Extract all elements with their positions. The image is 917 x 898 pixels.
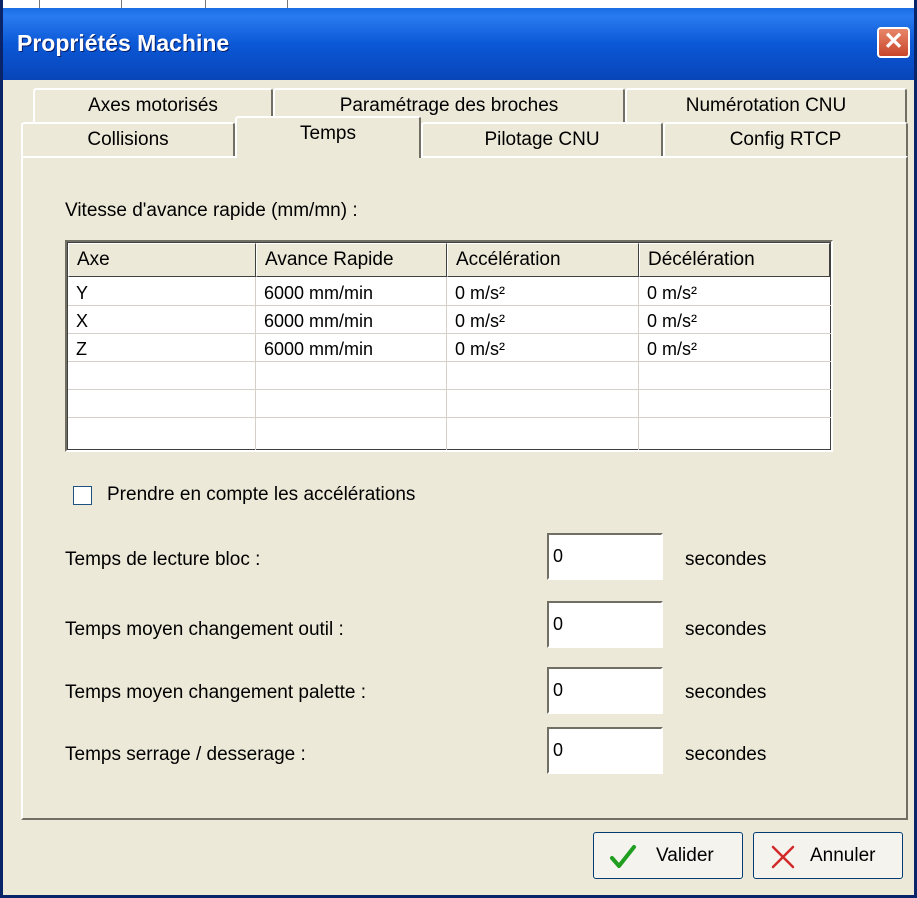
lecture-bloc-input[interactable] <box>547 533 663 580</box>
cell-avance-rapide: 6000 mm/min <box>264 339 374 359</box>
tab-config-rtcp[interactable]: Config RTCP <box>663 122 908 158</box>
rapid-feed-table[interactable]: Axe Avance Rapide Accélération Décélérat… <box>65 240 833 452</box>
x-icon <box>771 845 795 869</box>
field-unit: secondes <box>685 744 767 765</box>
title-bar[interactable]: Propriétés Machine ✕ <box>3 0 914 80</box>
field-unit: secondes <box>685 549 767 570</box>
field-label-lecture-bloc: Temps de lecture bloc : <box>65 549 261 570</box>
section-label: Vitesse d'avance rapide (mm/mn) : <box>65 200 358 221</box>
tab-label: Axes motorisés <box>88 95 218 116</box>
cell-deceleration: 0 m/s² <box>647 311 698 331</box>
field-label-serrage: Temps serrage / desserage : <box>65 744 306 765</box>
cell-deceleration: 0 m/s² <box>647 283 698 303</box>
tab-numerotation-cnu[interactable]: Numérotation CNU <box>625 88 907 124</box>
row-divider <box>68 389 831 390</box>
acceleration-checkbox[interactable] <box>73 486 92 505</box>
field-unit: secondes <box>685 619 767 640</box>
cell-axe: Z <box>76 339 87 359</box>
field-unit: secondes <box>685 682 767 703</box>
column-header-deceleration[interactable]: Décélération <box>639 243 830 277</box>
cell-avance-rapide: 6000 mm/min <box>264 283 374 303</box>
cancel-button-label: Annuler <box>810 845 876 866</box>
validate-button-label: Valider <box>656 845 714 866</box>
tab-label: Collisions <box>87 129 169 150</box>
tab-label: Temps <box>300 123 356 144</box>
cancel-button[interactable]: Annuler <box>753 832 903 879</box>
tab-label: Config RTCP <box>729 129 842 150</box>
column-header-avance-rapide[interactable]: Avance Rapide <box>256 243 447 277</box>
tab-collisions[interactable]: Collisions <box>21 122 235 158</box>
acceleration-checkbox-label[interactable]: Prendre en compte les accélérations <box>107 484 415 506</box>
tab-label: Numérotation CNU <box>685 95 847 116</box>
cell-axe: X <box>76 311 89 331</box>
background-strip <box>3 0 914 8</box>
tab-label: Paramétrage des broches <box>339 95 559 116</box>
cell-acceleration: 0 m/s² <box>455 339 506 359</box>
close-button[interactable]: ✕ <box>877 27 910 58</box>
cell-avance-rapide: 6000 mm/min <box>264 311 374 331</box>
tab-label: Pilotage CNU <box>484 129 600 150</box>
row-divider <box>68 417 831 418</box>
properties-dialog: Propriétés Machine ✕ Axes motorisés Para… <box>0 0 917 898</box>
field-label-changement-palette: Temps moyen changement palette : <box>65 682 367 703</box>
table-frame: Axe Avance Rapide Accélération Décélérat… <box>67 242 831 450</box>
changement-outil-input[interactable] <box>547 601 663 648</box>
cell-acceleration: 0 m/s² <box>455 311 506 331</box>
column-header-axe[interactable]: Axe <box>68 243 256 277</box>
serrage-input[interactable] <box>547 727 663 774</box>
field-label-changement-outil: Temps moyen changement outil : <box>65 619 344 640</box>
tab-pilotage-cnu[interactable]: Pilotage CNU <box>421 122 663 158</box>
column-header-acceleration[interactable]: Accélération <box>447 243 639 277</box>
changement-palette-input[interactable] <box>547 667 663 714</box>
cell-deceleration: 0 m/s² <box>647 339 698 359</box>
cell-axe: Y <box>76 283 89 303</box>
close-icon: ✕ <box>883 28 904 55</box>
check-icon <box>610 845 636 868</box>
tab-temps[interactable]: Temps <box>235 116 421 158</box>
validate-button[interactable]: Valider <box>593 832 743 879</box>
window-title: Propriétés Machine <box>17 30 230 56</box>
cell-acceleration: 0 m/s² <box>455 283 506 303</box>
